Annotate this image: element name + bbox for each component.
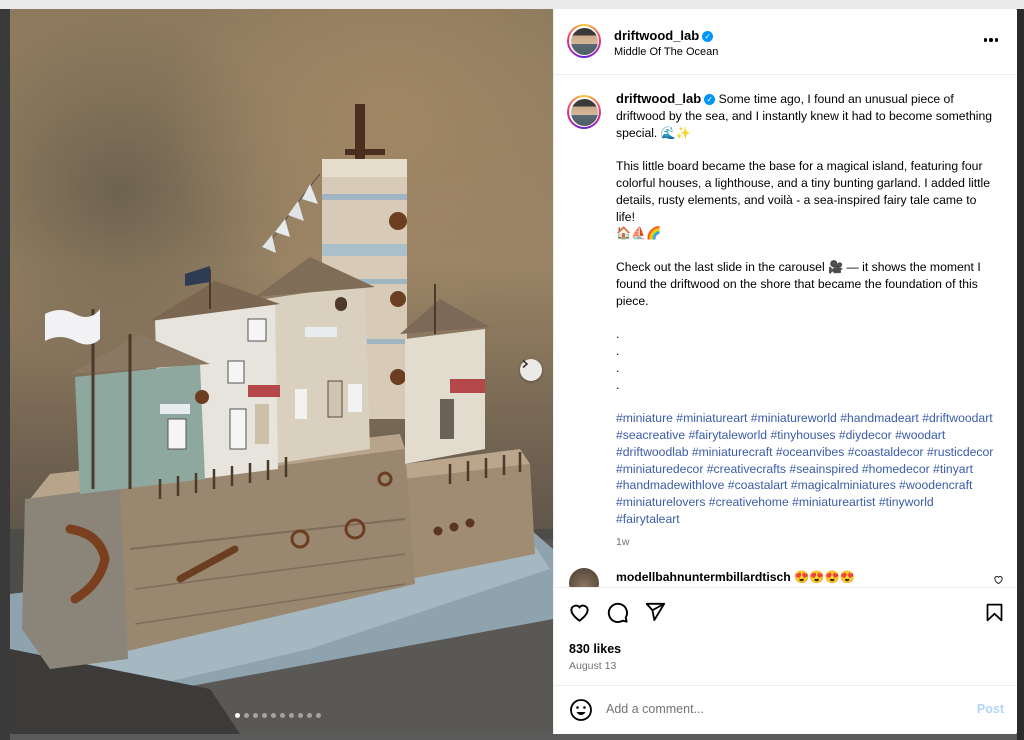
more-options-button[interactable]: [982, 33, 1000, 47]
comment-icon[interactable]: [606, 601, 629, 624]
carousel-dot: [298, 713, 303, 718]
heart-small-icon[interactable]: [993, 574, 1004, 585]
post-modal: driftwood_lab ✓ Middle Of The Ocean drift…: [10, 9, 1017, 734]
caption-username[interactable]: driftwood_lab: [616, 91, 701, 106]
likes-count[interactable]: 830 likes: [569, 642, 621, 656]
carousel-indicator: [235, 713, 321, 718]
commenter-username[interactable]: modellbahnuntermbillardtisch: [616, 570, 791, 584]
comment-input[interactable]: [606, 702, 946, 716]
comment-text: 😍😍😍😍: [794, 570, 855, 584]
add-comment-bar: Post: [554, 685, 1017, 734]
carousel-next-button[interactable]: [520, 359, 542, 381]
post-caption: driftwood_lab ✓ Some time ago, I found an…: [616, 91, 994, 551]
carousel-dot: [235, 713, 240, 718]
share-icon[interactable]: [644, 601, 666, 623]
carousel-dot: [271, 713, 276, 718]
carousel-dot: [307, 713, 312, 718]
caption-time[interactable]: 1w: [616, 534, 994, 551]
caption-dot: .: [616, 327, 620, 342]
post-actions: 830 likes August 13 Post: [554, 587, 1017, 734]
carousel-dot: [289, 713, 294, 718]
caption-scroll-area[interactable]: driftwood_lab ✓ Some time ago, I found an…: [554, 75, 1017, 587]
background-page-strip: [0, 0, 1024, 9]
post-comment-button[interactable]: Post: [977, 702, 1004, 716]
author-username[interactable]: driftwood_lab: [614, 28, 699, 43]
background-page-left: [0, 9, 10, 740]
caption-dot: .: [616, 360, 620, 375]
caption-author-avatar[interactable]: [567, 95, 601, 129]
miniature-island-illustration: [10, 104, 553, 734]
author-avatar[interactable]: [567, 24, 601, 58]
carousel-dot: [316, 713, 321, 718]
hashtag-list[interactable]: #miniature #miniatureart #miniatureworld…: [616, 410, 994, 528]
post-date[interactable]: August 13: [569, 660, 616, 672]
post-header: driftwood_lab ✓ Middle Of The Ocean: [554, 9, 1017, 75]
carousel-dot: [262, 713, 267, 718]
caption-paragraph: This little board became the base for a …: [616, 159, 991, 224]
comment-item: modellbahnuntermbillardtisch 😍😍😍😍: [554, 565, 1017, 587]
post-photo: [10, 9, 553, 734]
caption-emoji-line: 🏠⛵🌈: [616, 226, 662, 241]
carousel-dot: [253, 713, 258, 718]
carousel-dot: [244, 713, 249, 718]
post-details-panel: driftwood_lab ✓ Middle Of The Ocean drift…: [553, 9, 1017, 734]
more-icon: [983, 38, 988, 42]
chevron-right-icon: [522, 359, 529, 369]
commenter-avatar[interactable]: [569, 568, 599, 587]
post-location[interactable]: Middle Of The Ocean: [614, 46, 718, 58]
verified-badge-icon: ✓: [704, 94, 716, 105]
background-page-right: [1017, 9, 1024, 740]
carousel-dot: [280, 713, 285, 718]
save-icon[interactable]: [984, 601, 1005, 624]
like-icon[interactable]: [568, 601, 591, 624]
caption-paragraph: Check out the last slide in the carousel…: [616, 259, 981, 308]
emoji-icon[interactable]: [569, 698, 593, 722]
verified-badge-icon: ✓: [702, 31, 714, 42]
caption-dot: .: [616, 377, 620, 392]
caption-dot: .: [616, 343, 620, 358]
